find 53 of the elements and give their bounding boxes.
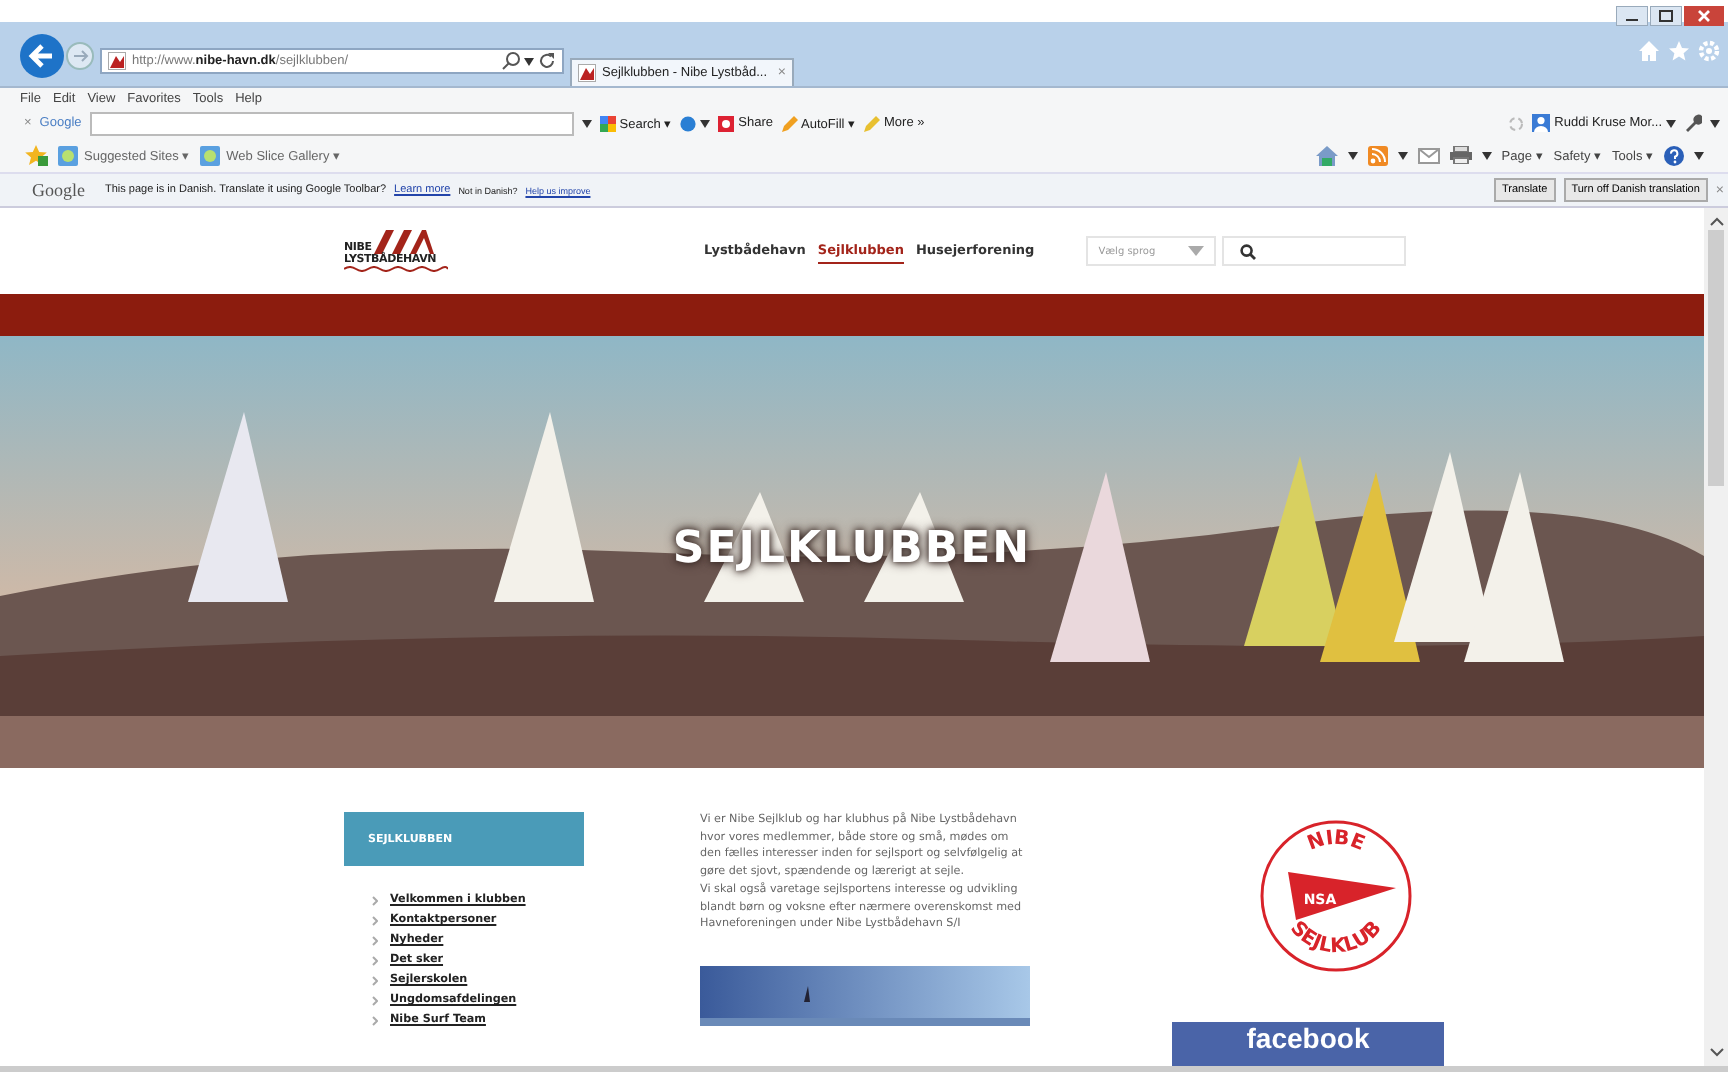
web-page-icon: [58, 145, 78, 165]
badge-text: NIBE: [1304, 827, 1368, 856]
spinner-icon: [1508, 115, 1525, 131]
caret-icon: [1188, 246, 1205, 256]
maximize-icon[interactable]: [1650, 6, 1682, 26]
share-icon: [718, 115, 735, 131]
caret-icon[interactable]: [700, 119, 711, 127]
refresh-icon[interactable]: [538, 52, 556, 70]
wrench-icon[interactable]: [1684, 114, 1702, 132]
scroll-thumb[interactable]: [1708, 230, 1724, 486]
pencil-icon: [864, 115, 881, 131]
close-icon[interactable]: [1684, 6, 1724, 26]
google-logo: Google: [32, 180, 85, 200]
scrollbar[interactable]: [1704, 208, 1728, 1066]
bullet-icon: [372, 895, 378, 905]
printer-icon[interactable]: [1449, 146, 1472, 164]
caret-icon[interactable]: [1666, 119, 1676, 127]
caret-icon[interactable]: [524, 57, 534, 65]
caret-icon[interactable]: [1481, 151, 1492, 159]
caret-icon[interactable]: [1397, 151, 1408, 159]
user-icon: [1532, 114, 1551, 132]
roofs-drawing: [373, 230, 434, 254]
tiles-icon: [599, 115, 616, 131]
caret-icon[interactable]: [581, 119, 592, 127]
bullet-icon: [372, 1015, 378, 1025]
caret-icon[interactable]: [1710, 119, 1720, 127]
bullet-icon: [372, 995, 378, 1005]
facebook-banner[interactable]: facebook: [1172, 1022, 1444, 1066]
favorites-star-icon[interactable]: [24, 144, 48, 166]
web-page-icon: [200, 145, 221, 165]
home-icon[interactable]: [1315, 145, 1338, 165]
page-icon: [108, 52, 126, 70]
scroll-up-icon[interactable]: [1709, 216, 1723, 226]
bullet-icon: [372, 975, 378, 985]
globe-icon[interactable]: [680, 115, 697, 131]
wave-drawing: [344, 266, 448, 272]
bullet-icon: [372, 935, 378, 945]
help-icon[interactable]: [1664, 145, 1684, 165]
minimize-icon[interactable]: [1616, 6, 1648, 26]
badge-text: SEJLKLUB: [1285, 917, 1387, 959]
pencil-icon: [781, 115, 798, 131]
scroll-down-icon[interactable]: [1709, 1048, 1723, 1058]
mail-icon[interactable]: [1417, 147, 1440, 163]
bullet-icon: [372, 955, 378, 965]
search-icon[interactable]: [502, 52, 520, 70]
caret-icon[interactable]: [1694, 151, 1704, 159]
search-field[interactable]: [89, 111, 574, 135]
back-icon[interactable]: [20, 34, 64, 78]
page-icon: [578, 64, 596, 82]
search-icon: [1240, 243, 1257, 259]
caret-icon[interactable]: [1347, 151, 1358, 159]
bullet-icon: [372, 915, 378, 925]
star-icon[interactable]: [1668, 40, 1690, 62]
